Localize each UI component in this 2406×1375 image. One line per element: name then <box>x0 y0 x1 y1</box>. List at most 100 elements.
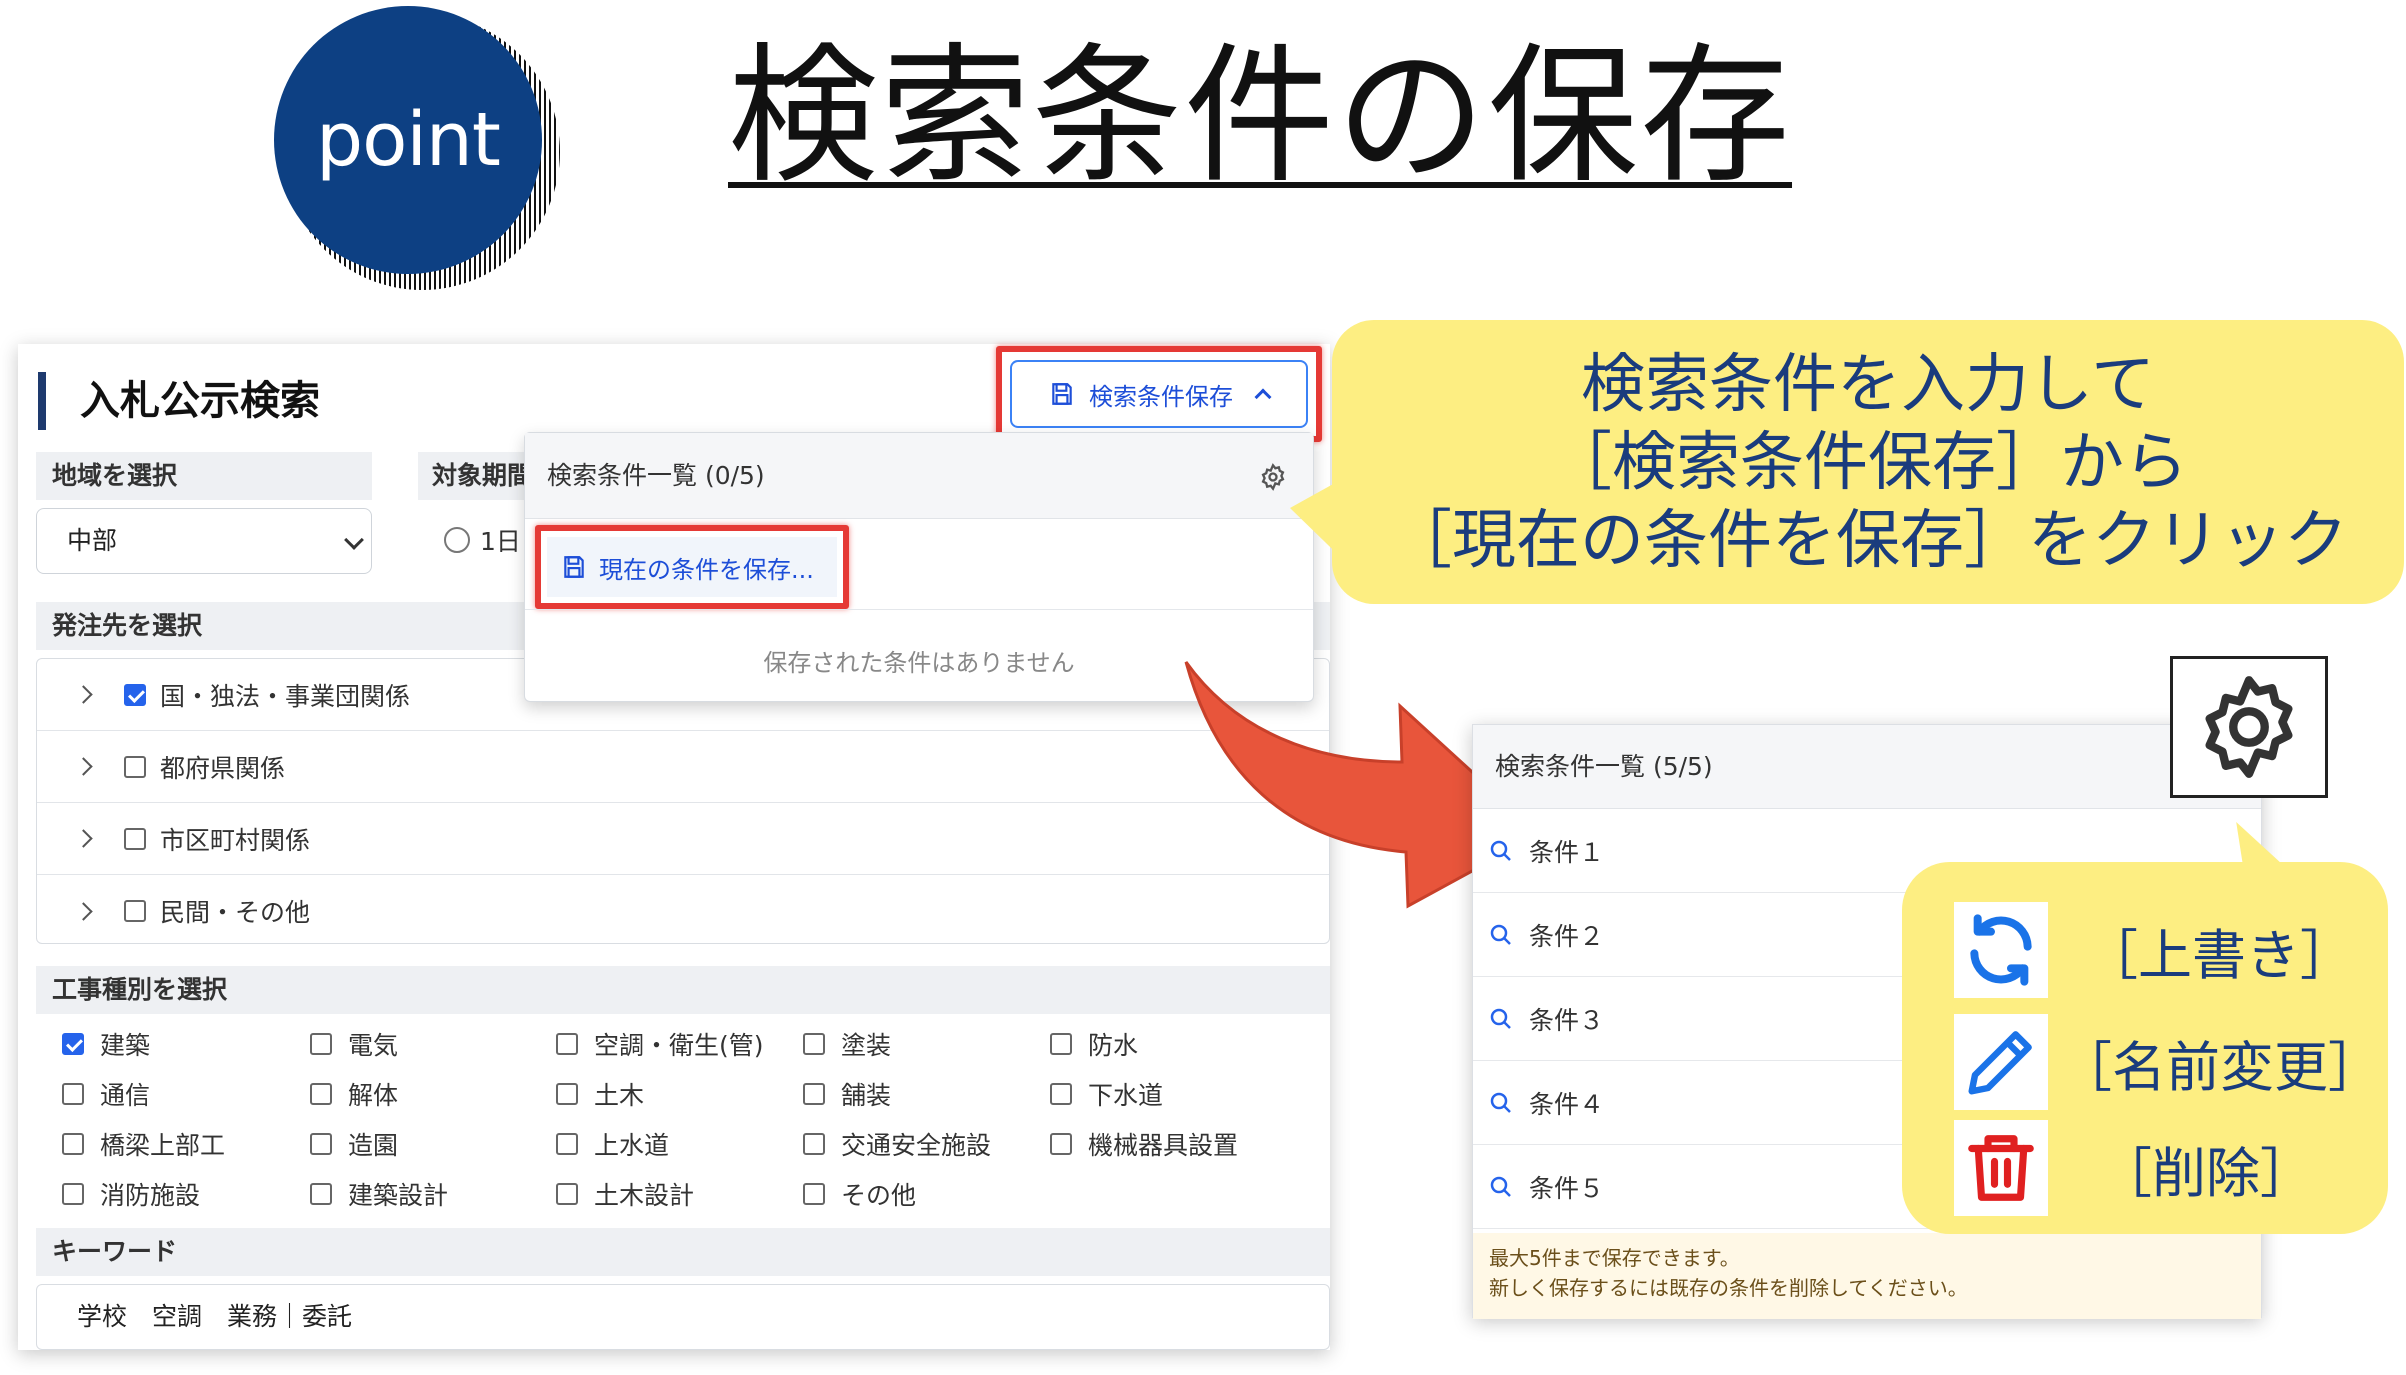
work-type-item[interactable]: 消防施設 <box>62 1176 200 1212</box>
chevron-down-icon <box>344 530 364 550</box>
limit-note: 最大5件まで保存できます。 新しく保存するには既存の条件を削除してください。 <box>1473 1233 2261 1319</box>
work-type-label-text: 土木 <box>594 1081 645 1110</box>
dropdown-header: 検索条件一覧 (0/5) <box>525 433 1313 519</box>
work-type-label-text: 電気 <box>348 1031 399 1060</box>
work-type-item[interactable]: 造園 <box>310 1126 398 1162</box>
period-option-label: 1日 <box>480 527 521 556</box>
checkbox[interactable] <box>62 1183 84 1205</box>
checkbox[interactable] <box>62 1033 84 1055</box>
gear-icon[interactable] <box>2190 668 2308 786</box>
checkbox[interactable] <box>1050 1033 1072 1055</box>
work-type-item[interactable]: 建築 <box>62 1026 150 1062</box>
checkbox[interactable] <box>556 1083 578 1105</box>
work-type-label-text: 下水道 <box>1088 1081 1164 1110</box>
work-type-item[interactable]: 上水道 <box>556 1126 669 1162</box>
tree-row-label: 都府県関係 <box>160 753 286 783</box>
work-type-label-text: 交通安全施設 <box>841 1131 992 1160</box>
chevron-right-icon[interactable] <box>74 829 93 848</box>
chevron-right-icon[interactable] <box>74 901 93 921</box>
checkbox[interactable] <box>310 1033 332 1055</box>
save-current-highlight: 現在の条件を保存... <box>535 525 849 609</box>
floppy-disk-icon <box>1052 383 1072 405</box>
gear-icon[interactable] <box>1259 463 1287 491</box>
main-title: 検索条件の保存 <box>728 30 1793 204</box>
checkbox[interactable] <box>62 1083 84 1105</box>
trash-icon <box>1954 1120 2048 1216</box>
rename-label: ［名前変更］ <box>2058 1035 2382 1099</box>
work-type-label-text: その他 <box>841 1181 917 1210</box>
callout-line2: ［検索条件保存］から <box>1548 426 2188 500</box>
save-current-label: 現在の条件を保存... <box>599 555 814 584</box>
tree-row[interactable]: 都府県関係 <box>37 731 1329 803</box>
work-type-item[interactable]: 交通安全施設 <box>803 1126 991 1162</box>
checkbox[interactable] <box>124 827 146 850</box>
condition-name: 条件２ <box>1529 921 1605 951</box>
period-radio-1day[interactable]: 1日 <box>444 522 521 558</box>
magnifier-icon <box>1490 840 1511 861</box>
checkbox[interactable] <box>124 683 146 706</box>
condition-name: 条件４ <box>1529 1089 1605 1119</box>
work-type-item[interactable]: 土木設計 <box>556 1176 694 1212</box>
checkbox[interactable] <box>310 1083 332 1105</box>
work-type-item[interactable]: その他 <box>803 1176 916 1212</box>
region-select[interactable]: 中部 <box>36 508 372 574</box>
keyword-input[interactable]: 学校 空調 業務｜委託 <box>36 1284 1330 1350</box>
work-type-item[interactable]: 機械器具設置 <box>1050 1126 1238 1162</box>
work-type-item[interactable]: 電気 <box>310 1026 398 1062</box>
checkbox[interactable] <box>803 1183 825 1205</box>
checkbox[interactable] <box>62 1133 84 1155</box>
work-type-label-text: 建築設計 <box>348 1181 449 1210</box>
work-type-label-text: 上水道 <box>594 1131 670 1160</box>
note-line2: 新しく保存するには既存の条件を削除してください。 <box>1489 1276 1968 1300</box>
checkbox[interactable] <box>124 755 146 778</box>
action-rename: ［名前変更］ <box>1954 1014 2382 1110</box>
work-type-label-text: 舗装 <box>841 1081 892 1110</box>
work-type-item[interactable]: 通信 <box>62 1076 150 1112</box>
chevron-right-icon[interactable] <box>74 685 93 704</box>
checkbox[interactable] <box>556 1183 578 1205</box>
work-type-label-text: 建築 <box>100 1031 151 1060</box>
work-type-item[interactable]: 解体 <box>310 1076 398 1112</box>
checkbox[interactable] <box>556 1033 578 1055</box>
checkbox[interactable] <box>310 1183 332 1205</box>
checkbox[interactable] <box>803 1133 825 1155</box>
tree-row-label: 国・独法・事業団関係 <box>160 681 411 711</box>
chevron-right-icon[interactable] <box>74 757 93 776</box>
region-label: 地域を選択 <box>36 452 372 500</box>
checkbox[interactable] <box>310 1133 332 1155</box>
dropdown-title: 検索条件一覧 (0/5) <box>547 461 765 490</box>
work-type-item[interactable]: 塗装 <box>803 1026 891 1062</box>
checkbox[interactable] <box>803 1083 825 1105</box>
work-type-label-text: 防水 <box>1088 1031 1139 1060</box>
save-condition-button-label: 検索条件保存 <box>1089 382 1233 411</box>
tree-row[interactable]: 民間・その他 <box>37 875 1329 947</box>
work-type-item[interactable]: 土木 <box>556 1076 644 1112</box>
tree-row-label: 市区町村関係 <box>160 825 311 855</box>
work-type-label-text: 通信 <box>100 1081 151 1110</box>
work-type-item[interactable]: 橋梁上部工 <box>62 1126 225 1162</box>
list-title: 検索条件一覧 (5/5) <box>1495 752 1713 781</box>
checkbox[interactable] <box>124 900 146 922</box>
save-condition-button-highlight: 検索条件保存 <box>996 346 1322 442</box>
overwrite-label: ［上書き］ <box>2084 923 2354 987</box>
callout-text: 検索条件を入力して ［検索条件保存］から ［現在の条件を保存］をクリック <box>1332 346 2404 580</box>
work-type-item[interactable]: 空調・衛生(管) <box>556 1026 764 1062</box>
work-type-item[interactable]: 下水道 <box>1050 1076 1163 1112</box>
checkbox[interactable] <box>1050 1083 1072 1105</box>
checkbox[interactable] <box>803 1033 825 1055</box>
work-type-item[interactable]: 舗装 <box>803 1076 891 1112</box>
list-header: 検索条件一覧 (5/5) <box>1473 725 2261 809</box>
work-type-item[interactable]: 建築設計 <box>310 1176 448 1212</box>
magnifier-icon <box>1490 1008 1511 1029</box>
save-current-button[interactable]: 現在の条件を保存... <box>547 537 837 597</box>
delete-label: ［削除］ <box>2098 1141 2314 1205</box>
note-line1: 最大5件まで保存できます。 <box>1489 1246 1740 1270</box>
checkbox[interactable] <box>1050 1133 1072 1155</box>
checkbox[interactable] <box>556 1133 578 1155</box>
save-condition-button[interactable]: 検索条件保存 <box>1010 360 1308 428</box>
callout-line1: 検索条件を入力して <box>1580 348 2156 422</box>
work-type-item[interactable]: 防水 <box>1050 1026 1138 1062</box>
badge-disc: point <box>274 6 542 274</box>
magnifier-icon <box>1490 924 1511 945</box>
tree-row[interactable]: 市区町村関係 <box>37 803 1329 875</box>
